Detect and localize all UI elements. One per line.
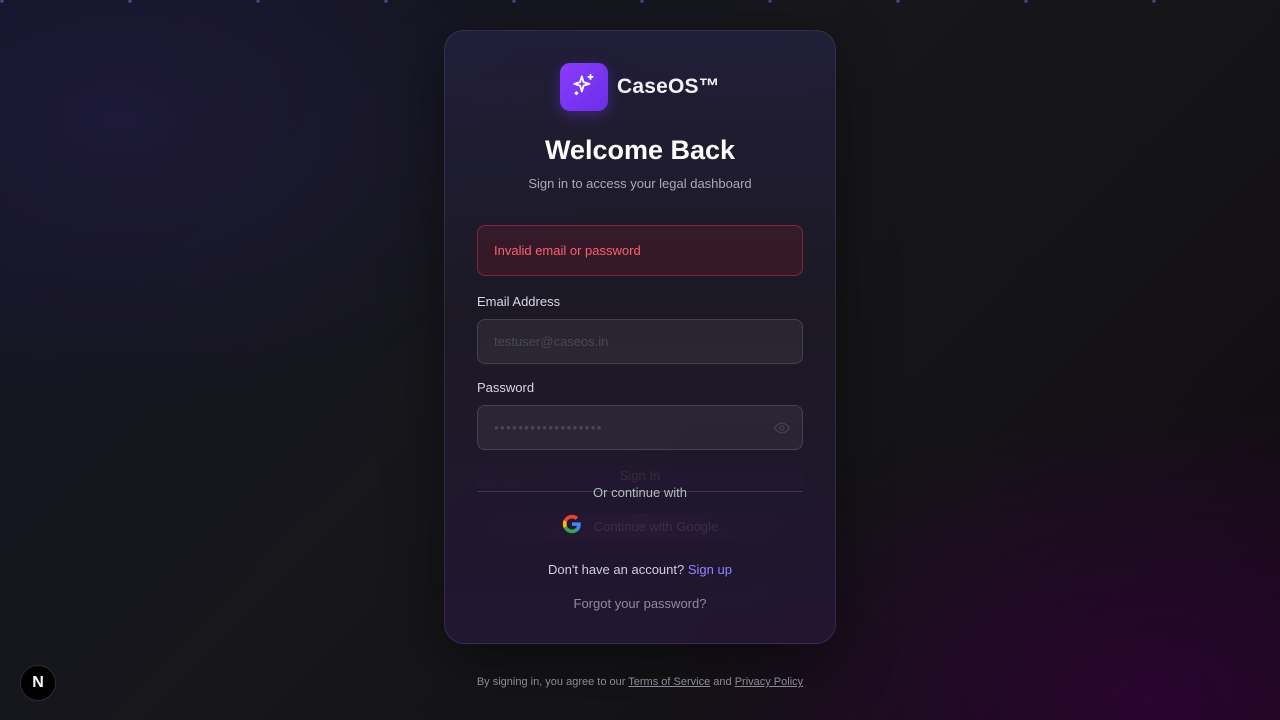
legal-footer: By signing in, you agree to our Terms of… [0, 676, 1280, 688]
sign-in-button[interactable]: Sign In [477, 463, 803, 487]
sign-in-label: Sign In [619, 467, 661, 483]
forgot-password-link[interactable]: Forgot your password? [445, 596, 835, 611]
brand-name: CaseOS™ [617, 75, 720, 98]
signup-row: Don't have an account? Sign up [445, 562, 835, 577]
password-field[interactable] [494, 420, 786, 435]
google-icon [562, 514, 582, 539]
page-subtitle: Sign in to access your legal dashboard [528, 176, 752, 191]
signup-prompt: Don't have an account? [548, 562, 685, 577]
divider-text: Or continue with [593, 485, 687, 500]
dev-badge-letter: N [32, 674, 44, 691]
email-field[interactable] [494, 334, 786, 349]
brand: CaseOS™ [445, 63, 835, 111]
error-alert: Invalid email or password [477, 225, 803, 276]
footer-conjunction: and [713, 676, 732, 688]
google-signin-button[interactable]: Continue with Google [477, 513, 803, 539]
password-label: Password [477, 380, 535, 395]
error-message: Invalid email or password [494, 243, 641, 258]
google-signin-label: Continue with Google [593, 518, 719, 534]
terms-link[interactable]: Terms of Service [628, 676, 710, 688]
password-field-wrapper [477, 405, 803, 450]
footer-prefix: By signing in, you agree to our [476, 676, 626, 688]
background-dot-pattern [0, 0, 1280, 4]
page-title: Welcome Back [544, 135, 736, 165]
signup-link[interactable]: Sign up [688, 562, 732, 577]
brand-logo [560, 63, 609, 111]
email-field-wrapper [477, 319, 803, 364]
login-card: CaseOS™ Welcome Back Sign in to access y… [444, 30, 836, 644]
privacy-link[interactable]: Privacy Policy [735, 676, 803, 688]
email-label: Email Address [477, 294, 561, 309]
sparkles-icon [571, 72, 597, 103]
nextjs-icon[interactable]: N [20, 665, 56, 701]
eye-icon[interactable] [773, 420, 791, 436]
